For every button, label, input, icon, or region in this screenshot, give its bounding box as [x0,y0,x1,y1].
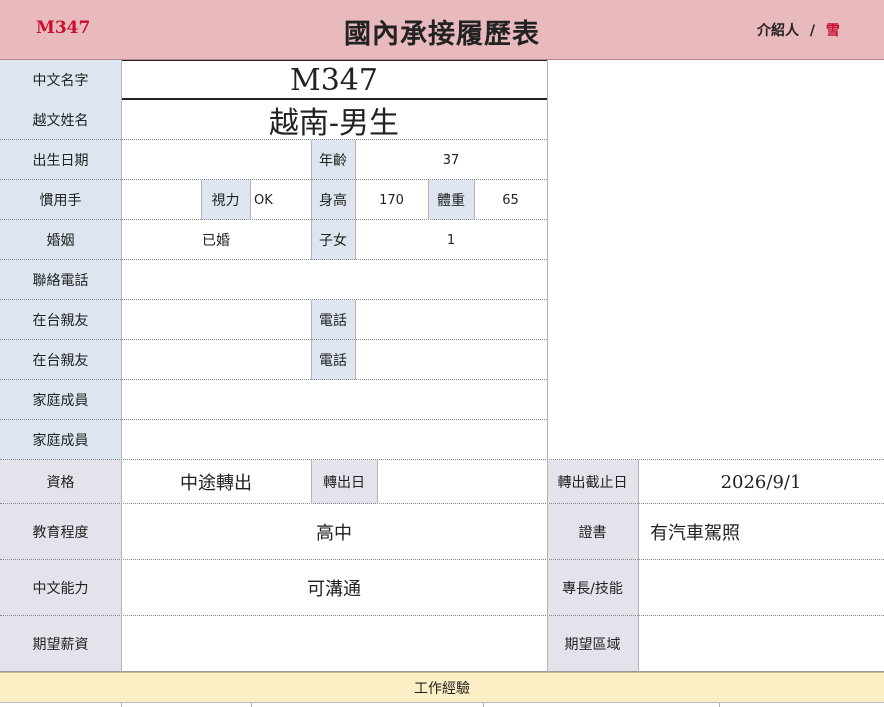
height-value: 170 [379,192,404,208]
area-label: 期望區域 [547,616,638,672]
lang-label: 中文能力 [0,560,121,616]
birth-value [121,140,311,180]
weight-value: 65 [502,192,519,208]
relative1-phone-label: 電話 [311,300,355,340]
age-label: 年齡 [311,140,355,180]
grid-line [311,220,312,260]
grid-line [0,259,547,260]
grid-line [474,180,475,220]
hand-value [121,180,201,220]
family1-value [121,380,547,420]
grid-line [201,180,202,220]
chinese-name-value: M347 [290,62,378,98]
marriage-label: 婚姻 [0,220,121,260]
edu-label: 教育程度 [0,504,121,560]
relative1-label: 在台親友 [0,300,121,340]
cert-value: 有汽車駕照 [650,523,740,544]
family1-label: 家庭成員 [0,380,121,420]
introducer-sep: / [809,23,815,39]
page-title: 國內承接履歷表 [344,19,540,50]
grid-line [0,139,547,140]
weight-label: 體重 [428,180,474,220]
introducer: 介紹人 / 雪 [757,20,840,40]
grid-line [355,300,356,380]
contact-label: 聯絡電話 [0,260,121,300]
grid-line [0,219,547,220]
marriage-value: 已婚 [202,233,230,249]
transfer-label: 轉出日 [311,460,377,504]
work-experience-header: 工作經驗 [0,672,884,702]
grid-line [251,702,252,707]
grid-line [311,140,312,180]
relative2-phone-label: 電話 [311,340,355,380]
viet-name-value: 越南-男生 [268,106,400,141]
grid-line [0,671,884,672]
grid-line [428,180,429,220]
relative2-phone-value [355,340,547,380]
skill-label: 專長/技能 [547,560,638,616]
cert-label: 證書 [547,504,638,560]
grid-line [0,179,547,180]
children-label: 子女 [311,220,355,260]
relative1-value [121,300,311,340]
grid-line [483,702,484,707]
children-value: 1 [446,232,456,248]
introducer-name: 雪 [825,23,840,39]
qual-label: 資格 [0,460,121,504]
skill-value [638,560,884,616]
transfer-value [377,460,547,504]
grid-line [311,180,312,220]
deadline-value: 2026/9/1 [720,471,802,493]
vision-value: OK [254,192,273,208]
chinese-name-label: 中文名字 [0,60,121,100]
lang-value: 可溝通 [307,579,361,600]
grid-line [377,460,378,504]
grid-line [0,299,547,300]
qual-value: 中途轉出 [180,473,252,494]
grid-line [250,180,251,220]
edu-value: 高中 [316,523,352,544]
birth-label: 出生日期 [0,140,121,180]
grid-line [121,702,122,707]
grid-line [355,220,356,260]
family2-value [121,420,547,460]
photo-area [547,60,884,460]
contact-value [121,260,547,300]
relative2-value [121,340,311,380]
grid-line [311,300,312,380]
grid-line [0,503,884,504]
salary-value [121,616,547,672]
grid-line [0,339,547,340]
height-label: 身高 [311,180,355,220]
introducer-label: 介紹人 [757,23,799,39]
area-value [638,616,884,672]
grid-line [355,140,356,180]
grid-line [0,419,547,420]
grid-line [0,379,547,380]
salary-label: 期望薪資 [0,616,121,672]
grid-line [355,180,356,220]
hand-label: 慣用手 [0,180,121,220]
grid-line [311,460,312,504]
vision-label: 視力 [201,180,250,220]
relative2-label: 在台親友 [0,340,121,380]
grid-line [0,459,884,460]
grid-line [0,615,884,616]
grid-line [121,60,122,672]
grid-line [0,559,884,560]
name-top-line [121,60,547,61]
age-value: 37 [442,152,460,168]
grid-line [719,702,720,707]
grid-line [638,460,639,672]
grid-line [547,60,548,672]
deadline-label: 轉出截止日 [547,460,638,504]
relative1-phone-value [355,300,547,340]
name-underline [121,98,547,100]
grid-line [0,702,884,707]
viet-name-label: 越文姓名 [0,100,121,140]
family2-label: 家庭成員 [0,420,121,460]
